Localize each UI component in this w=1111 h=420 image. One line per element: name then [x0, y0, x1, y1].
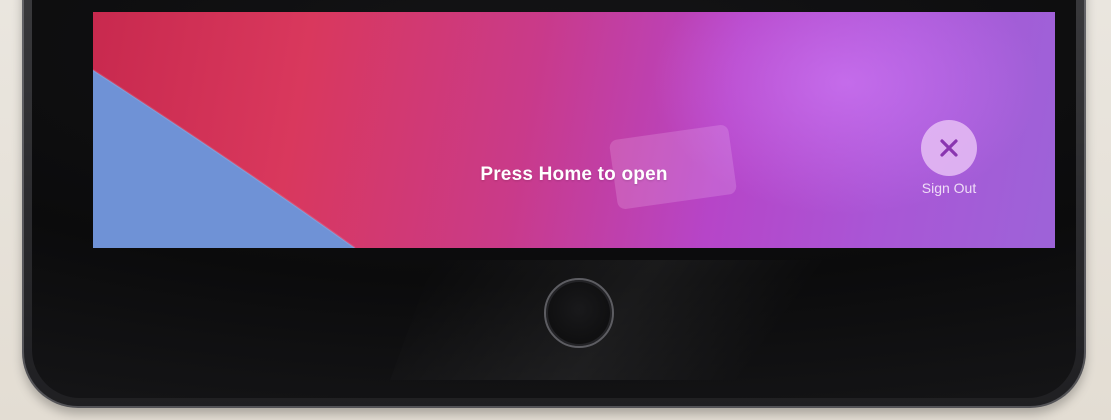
home-button[interactable] [544, 278, 614, 348]
ipad-device: Press Home to open Sign Out [22, 0, 1086, 408]
sign-out-control[interactable]: Sign Out [911, 120, 987, 196]
device-bezel: Press Home to open Sign Out [32, 0, 1076, 398]
sign-out-button[interactable] [921, 120, 977, 176]
bezel-reflection [390, 260, 954, 380]
photo-scene: Press Home to open Sign Out [0, 0, 1111, 420]
close-icon [940, 139, 958, 157]
lock-screen: Press Home to open Sign Out [93, 12, 1055, 248]
sign-out-label: Sign Out [921, 180, 977, 196]
